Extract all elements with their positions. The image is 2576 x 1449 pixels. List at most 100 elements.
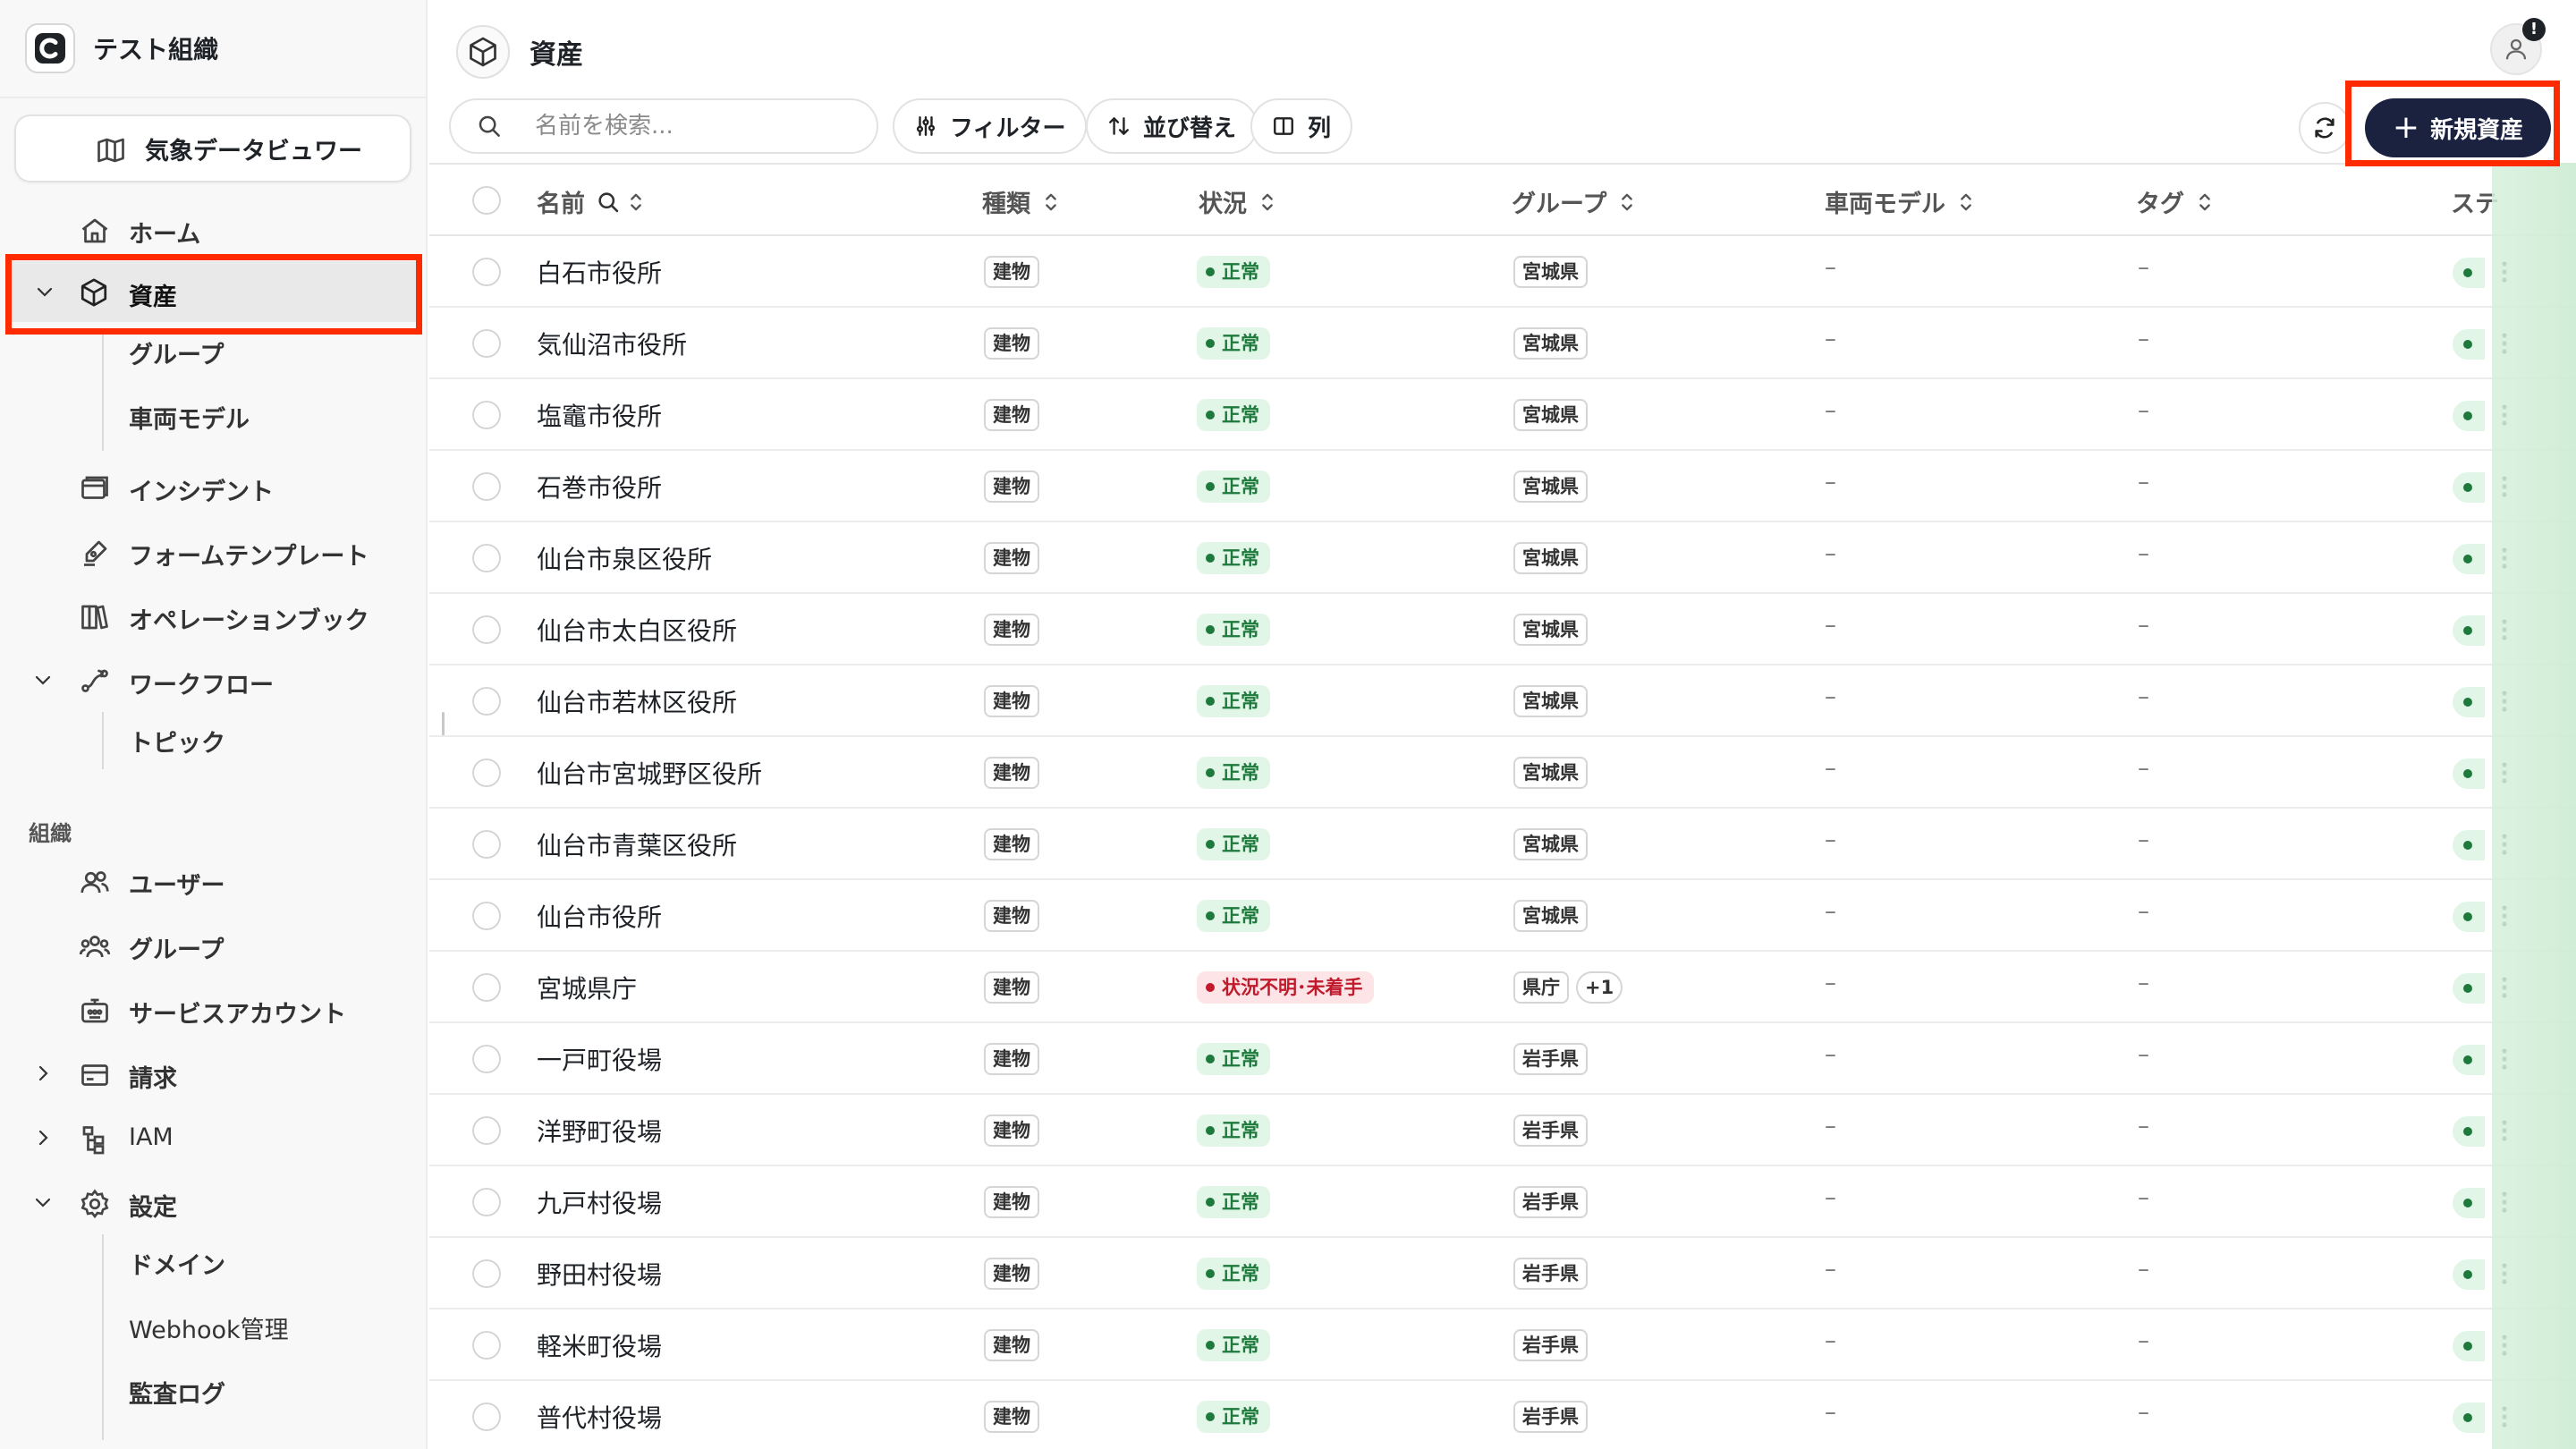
column-header-name[interactable]: 名前: [537, 184, 646, 219]
chevron-right-icon[interactable]: [32, 1127, 54, 1148]
row-checkbox[interactable]: [472, 544, 501, 572]
sort-button[interactable]: 並び替え: [1086, 98, 1258, 154]
table-row[interactable]: 仙台市役所 建物 正常 宮城県 – –: [429, 880, 2576, 952]
sidebar-item-asset-groups[interactable]: グループ: [129, 331, 224, 381]
asset-name[interactable]: 九戸村役場: [537, 1184, 662, 1220]
row-checkbox[interactable]: [472, 687, 501, 716]
row-checkbox[interactable]: [472, 1188, 501, 1216]
asset-name[interactable]: 気仙沼市役所: [537, 326, 687, 361]
sidebar-item-incidents[interactable]: インシデント: [0, 462, 426, 512]
sidebar-item-users[interactable]: ユーザー: [0, 855, 426, 905]
row-menu-button[interactable]: [2487, 326, 2522, 361]
column-header-group[interactable]: グループ: [1512, 184, 1637, 219]
asset-name[interactable]: 仙台市宮城野区役所: [537, 755, 762, 791]
row-checkbox[interactable]: [472, 1045, 501, 1073]
table-row[interactable]: 九戸村役場 建物 正常 岩手県 – –: [429, 1166, 2576, 1238]
sidebar-item-form-templates[interactable]: フォームテンプレート: [0, 526, 426, 576]
sidebar-item-domains[interactable]: ドメイン: [129, 1241, 225, 1292]
sort-updown-icon[interactable]: [626, 190, 646, 215]
row-menu-button[interactable]: [2487, 1113, 2522, 1148]
columns-button[interactable]: 列: [1250, 98, 1353, 154]
row-checkbox[interactable]: [472, 973, 501, 1002]
row-menu-button[interactable]: [2487, 898, 2522, 934]
column-header-stage[interactable]: ステ: [2451, 184, 2499, 219]
chevron-down-icon[interactable]: [32, 669, 54, 691]
search-icon[interactable]: [596, 190, 621, 215]
row-menu-button[interactable]: [2487, 826, 2522, 862]
sidebar-item-operation-books[interactable]: オペレーションブック: [0, 590, 426, 640]
table-row[interactable]: 塩竈市役所 建物 正常 宮城県 – –: [429, 379, 2576, 451]
sidebar-item-webhooks[interactable]: Webhook管理: [129, 1306, 289, 1356]
row-checkbox[interactable]: [472, 472, 501, 501]
asset-name[interactable]: 洋野町役場: [537, 1113, 662, 1148]
row-menu-button[interactable]: [2487, 540, 2522, 576]
table-row[interactable]: 気仙沼市役所 建物 正常 宮城県 – –: [429, 308, 2576, 379]
chevron-down-icon[interactable]: [34, 281, 55, 302]
row-checkbox[interactable]: [472, 1402, 501, 1431]
asset-name[interactable]: 野田村役場: [537, 1256, 662, 1292]
asset-name[interactable]: 仙台市若林区役所: [537, 683, 737, 719]
table-row[interactable]: 仙台市太白区役所 建物 正常 宮城県 – –: [429, 594, 2576, 665]
sidebar-item-assets[interactable]: 資産: [7, 261, 419, 322]
table-row[interactable]: 仙台市青葉区役所 建物 正常 宮城県 – –: [429, 809, 2576, 880]
sort-updown-icon[interactable]: [1617, 190, 1637, 215]
row-menu-button[interactable]: [2487, 612, 2522, 648]
chevron-down-icon[interactable]: [32, 1191, 54, 1213]
row-checkbox[interactable]: [472, 830, 501, 859]
sidebar-item-iam[interactable]: IAM: [0, 1113, 426, 1163]
row-menu-button[interactable]: [2487, 1399, 2522, 1435]
sort-updown-icon[interactable]: [2195, 190, 2215, 215]
row-menu-button[interactable]: [2487, 755, 2522, 791]
row-menu-button[interactable]: [2487, 469, 2522, 504]
row-checkbox[interactable]: [472, 1259, 501, 1288]
sidebar-item-billing[interactable]: 請求: [0, 1048, 426, 1098]
row-menu-button[interactable]: [2487, 970, 2522, 1005]
sort-updown-icon[interactable]: [1956, 190, 1976, 215]
sort-updown-icon[interactable]: [1041, 190, 1061, 215]
column-header-vehicle-model[interactable]: 車両モデル: [1825, 184, 1976, 219]
table-row[interactable]: 仙台市泉区役所 建物 正常 宮城県 – –: [429, 522, 2576, 594]
asset-name[interactable]: 仙台市泉区役所: [537, 540, 712, 576]
filter-button[interactable]: フィルター: [893, 98, 1088, 154]
row-menu-button[interactable]: [2487, 397, 2522, 433]
weather-viewer-button[interactable]: 気象データビュワー: [14, 114, 411, 182]
sidebar-item-groups[interactable]: グループ: [0, 919, 426, 970]
asset-name[interactable]: 一戸町役場: [537, 1041, 662, 1077]
asset-name[interactable]: 軽米町役場: [537, 1327, 662, 1363]
chevron-right-icon[interactable]: [32, 1063, 54, 1084]
asset-name[interactable]: 石巻市役所: [537, 469, 662, 504]
table-row[interactable]: 軽米町役場 建物 正常 岩手県 – –: [429, 1309, 2576, 1381]
table-row[interactable]: 普代村役場 建物 正常 岩手県 – –: [429, 1381, 2576, 1449]
row-checkbox[interactable]: [472, 615, 501, 644]
asset-name[interactable]: 仙台市太白区役所: [537, 612, 737, 648]
refresh-button[interactable]: [2299, 102, 2351, 154]
table-row[interactable]: 宮城県庁 建物 状況不明･未着手 県庁 +1 – –: [429, 952, 2576, 1023]
row-menu-button[interactable]: [2487, 1041, 2522, 1077]
row-checkbox[interactable]: [472, 758, 501, 787]
org-switcher[interactable]: テスト組織: [0, 0, 426, 98]
sort-updown-icon[interactable]: [1258, 190, 1277, 215]
sidebar-item-home[interactable]: ホーム: [0, 204, 426, 254]
row-checkbox[interactable]: [472, 902, 501, 930]
sidebar-item-workflow[interactable]: ワークフロー: [0, 655, 426, 705]
sidebar-item-topics[interactable]: トピック: [129, 719, 225, 769]
sidebar-item-audit-log[interactable]: 監査ログ: [129, 1370, 225, 1420]
select-all-checkbox[interactable]: [472, 186, 501, 215]
table-row[interactable]: 洋野町役場 建物 正常 岩手県 – –: [429, 1095, 2576, 1166]
asset-name[interactable]: 塩竈市役所: [537, 397, 662, 433]
table-row[interactable]: 石巻市役所 建物 正常 宮城県 – –: [429, 451, 2576, 522]
column-header-status[interactable]: 状況: [1199, 184, 1277, 219]
table-row[interactable]: 一戸町役場 建物 正常 岩手県 – –: [429, 1023, 2576, 1095]
row-checkbox[interactable]: [472, 1116, 501, 1145]
column-header-tags[interactable]: タグ: [2136, 184, 2215, 219]
row-menu-button[interactable]: [2487, 254, 2522, 290]
asset-name[interactable]: 白石市役所: [537, 254, 662, 290]
search-field[interactable]: [449, 98, 878, 154]
sidebar-item-settings[interactable]: 設定: [0, 1177, 426, 1227]
row-checkbox[interactable]: [472, 329, 501, 358]
new-asset-button[interactable]: + 新規資産: [2365, 98, 2551, 157]
asset-name[interactable]: 普代村役場: [537, 1399, 662, 1435]
row-checkbox[interactable]: [472, 401, 501, 429]
row-checkbox[interactable]: [472, 1331, 501, 1360]
sidebar-item-vehicle-models[interactable]: 車両モデル: [129, 395, 250, 445]
